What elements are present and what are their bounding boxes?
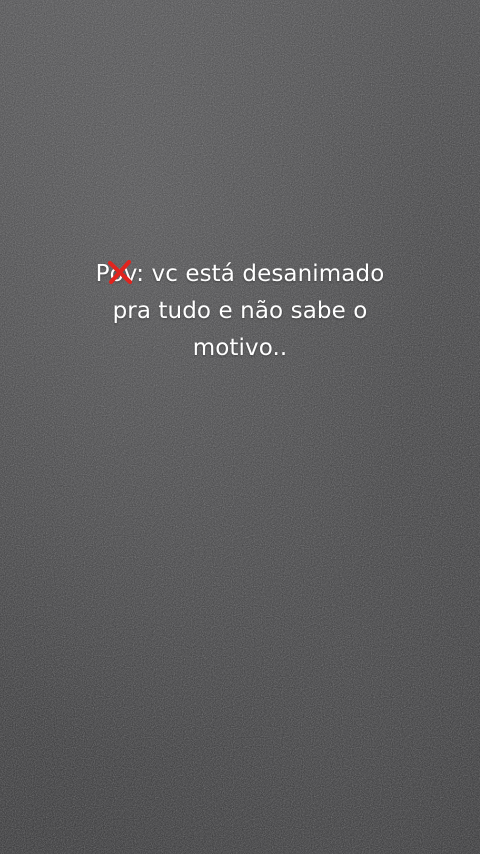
caption-line-1: Po v: vc está desanimado [40, 256, 440, 293]
caption-line-3: motivo.. [192, 335, 288, 361]
caption-line-1-rest: v: vc está desanimado [123, 261, 385, 287]
overlay-caption: Po v: vc está desanimado pra tudo e não … [40, 256, 440, 367]
caption-prefix-start: P [95, 261, 110, 287]
noise-texture [0, 0, 480, 854]
crossed-letter-text: o [109, 261, 124, 287]
caption-line-2: pra tudo e não sabe o [112, 298, 368, 324]
crossed-letter: o [107, 256, 132, 293]
video-frame: Po v: vc está desanimado pra tudo e não … [0, 0, 480, 854]
